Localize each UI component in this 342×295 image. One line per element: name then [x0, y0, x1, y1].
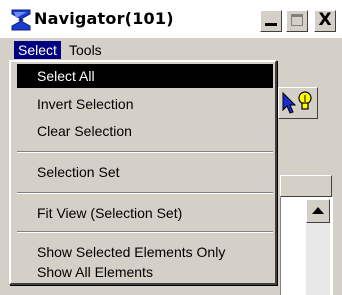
scroll-up-arrow-icon — [312, 207, 324, 214]
navigator-app-icon — [11, 9, 31, 31]
menu-item-show-all-elements[interactable]: Show All Elements — [17, 260, 273, 284]
select-tool-button[interactable] — [278, 87, 318, 119]
select-arrow-bulb-icon — [282, 91, 312, 114]
select-dropdown-menu: Select All Invert Selection Clear Select… — [9, 60, 277, 285]
menu-separator — [17, 192, 273, 194]
menu-item-select-all[interactable]: Select All — [17, 64, 273, 88]
maximize-button[interactable] — [286, 10, 308, 32]
window-title: Navigator(101) — [34, 9, 174, 28]
menu-bar: Select Tools — [0, 38, 342, 62]
title-bar[interactable]: Navigator(101) X — [0, 0, 342, 38]
menu-tools[interactable]: Tools — [65, 41, 106, 59]
maximize-icon — [291, 14, 303, 26]
close-icon: X — [318, 10, 332, 30]
close-button[interactable]: X — [314, 10, 336, 32]
vertical-scrollbar[interactable] — [306, 199, 330, 295]
minimize-button[interactable] — [260, 10, 282, 32]
menu-item-clear-selection[interactable]: Clear Selection — [17, 119, 273, 143]
minimize-icon — [265, 23, 277, 26]
menu-item-fit-view[interactable]: Fit View (Selection Set) — [17, 201, 273, 225]
navigator-window: Navigator(101) X Select Tools Select All… — [0, 0, 342, 295]
menu-separator — [17, 231, 273, 233]
menu-separator — [17, 151, 273, 153]
list-header[interactable] — [280, 175, 332, 197]
menu-item-selection-set[interactable]: Selection Set — [17, 160, 273, 184]
scroll-up-button[interactable] — [306, 199, 330, 223]
menu-select[interactable]: Select — [14, 41, 61, 59]
menu-item-invert-selection[interactable]: Invert Selection — [17, 92, 273, 116]
